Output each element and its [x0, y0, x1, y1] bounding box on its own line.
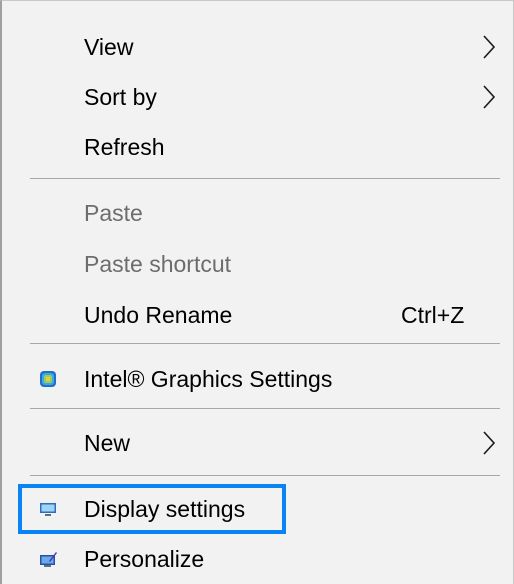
menu-item-display-settings[interactable]: Display settings [2, 484, 514, 534]
menu-item-label: Intel® Graphics Settings [84, 366, 333, 392]
chevron-right-icon [483, 431, 496, 455]
menu-item-label: Paste shortcut [84, 251, 232, 277]
menu-item-paste: Paste [2, 188, 514, 238]
menu-item-label: New [84, 430, 131, 456]
menu-item-refresh[interactable]: Refresh [2, 122, 514, 172]
menu-separator [30, 343, 500, 344]
chevron-right-icon [483, 85, 496, 109]
personalize-icon [40, 552, 57, 567]
menu-item-undo-rename[interactable]: Undo Rename Ctrl+Z [2, 290, 514, 340]
menu-item-paste-shortcut: Paste shortcut [2, 239, 514, 289]
menu-item-new[interactable]: New [2, 418, 514, 468]
menu-item-view[interactable]: View [2, 22, 514, 72]
menu-item-label: Undo Rename [84, 302, 233, 328]
menu-item-intel-graphics-settings[interactable]: Intel® Graphics Settings [2, 354, 514, 404]
menu-separator [30, 408, 500, 409]
menu-item-label: Display settings [84, 496, 246, 522]
intel-graphics-icon [40, 371, 56, 387]
menu-separator [30, 178, 500, 179]
menu-item-shortcut: Ctrl+Z [401, 302, 465, 328]
menu-item-label: View [84, 34, 134, 60]
menu-item-label: Sort by [84, 84, 157, 110]
desktop-context-menu: View Sort by Refresh Paste Paste shortcu… [0, 0, 514, 584]
menu-item-sort-by[interactable]: Sort by [2, 72, 514, 122]
menu-item-personalize[interactable]: Personalize [2, 534, 514, 584]
menu-separator [30, 475, 500, 476]
chevron-right-icon [483, 35, 496, 59]
display-icon [40, 503, 56, 516]
menu-item-label: Paste [84, 200, 143, 226]
menu-item-label: Refresh [84, 134, 165, 160]
menu-item-label: Personalize [84, 546, 205, 572]
